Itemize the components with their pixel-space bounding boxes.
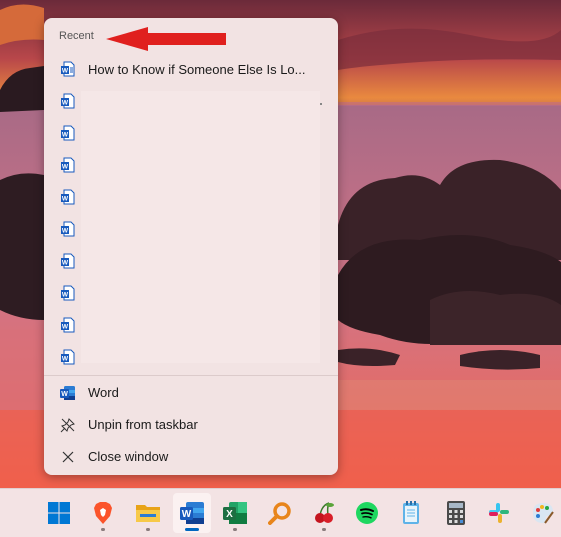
- brave-browser-icon: [94, 502, 112, 524]
- red-arrow-annotation-icon: [106, 27, 226, 51]
- windows-start-icon: [48, 502, 70, 524]
- paint-palette-icon: [533, 503, 554, 524]
- svg-text:W: W: [62, 356, 69, 363]
- magnifier-icon: [268, 502, 291, 525]
- svg-text:W: W: [62, 292, 69, 299]
- slack-icon: [489, 503, 509, 523]
- close-window-label: Close window: [88, 449, 169, 464]
- svg-text:W: W: [61, 391, 68, 398]
- word-doc-icon: W: [61, 189, 75, 205]
- running-indicator: [146, 528, 150, 531]
- close-window-task[interactable]: Close window: [44, 441, 338, 473]
- close-icon: [62, 451, 74, 463]
- start-button[interactable]: [40, 493, 78, 533]
- taskbar-cherry-app[interactable]: [305, 493, 343, 533]
- svg-text:W: W: [182, 509, 192, 520]
- running-indicator: [322, 528, 326, 531]
- word-doc-icon: W: [61, 221, 75, 237]
- cherry-icon: [315, 502, 334, 523]
- recent-item[interactable]: W How to Know if Someone Else Is Lo...: [44, 53, 338, 85]
- word-doc-icon: W: [61, 125, 75, 141]
- svg-text:X: X: [226, 509, 233, 520]
- taskbar-search-tool[interactable]: [261, 493, 299, 533]
- svg-text:W: W: [62, 324, 69, 331]
- active-indicator: [185, 528, 199, 531]
- word-doc-icon: W: [61, 93, 75, 109]
- taskbar-calculator[interactable]: [437, 493, 475, 533]
- unpin-from-taskbar-task[interactable]: Unpin from taskbar: [44, 409, 338, 441]
- taskbar-spotify[interactable]: [348, 493, 386, 533]
- spotify-icon: [356, 502, 378, 524]
- unpin-label: Unpin from taskbar: [88, 417, 198, 432]
- taskbar-file-explorer[interactable]: [129, 493, 167, 533]
- word-jump-list: Recent W How to Know if Someone Else Is …: [44, 18, 338, 475]
- unpin-icon: [60, 418, 75, 433]
- taskbar-paint[interactable]: [524, 493, 561, 533]
- svg-text:W: W: [62, 132, 69, 139]
- open-word-label: Word: [88, 385, 119, 400]
- calculator-icon: [447, 501, 465, 525]
- svg-text:W: W: [62, 164, 69, 171]
- taskbar-word[interactable]: W: [173, 493, 211, 533]
- word-doc-icon: W: [61, 157, 75, 173]
- taskbar-notepad[interactable]: [392, 493, 430, 533]
- taskbar: W X: [0, 488, 561, 537]
- taskbar-brave[interactable]: [84, 493, 122, 533]
- word-doc-icon: W: [61, 285, 75, 301]
- running-indicator: [101, 528, 105, 531]
- notepad-icon: [403, 501, 419, 524]
- open-word-task[interactable]: W Word: [44, 377, 338, 409]
- excel-app-icon: X: [223, 502, 247, 524]
- folder-icon: [136, 505, 160, 522]
- taskbar-slack[interactable]: [480, 493, 518, 533]
- taskbar-excel[interactable]: X: [216, 493, 254, 533]
- recent-item-label: How to Know if Someone Else Is Lo...: [88, 62, 306, 77]
- redacted-file-names: [81, 91, 320, 363]
- word-doc-icon: W: [61, 317, 75, 333]
- svg-text:W: W: [62, 100, 69, 107]
- stray-dot: [320, 103, 322, 105]
- word-doc-icon: W: [61, 61, 75, 77]
- svg-text:W: W: [62, 196, 69, 203]
- word-app-icon: W: [180, 502, 204, 524]
- divider: [44, 375, 338, 376]
- recent-section-header: Recent: [59, 30, 94, 42]
- svg-text:W: W: [62, 260, 69, 267]
- running-indicator: [233, 528, 237, 531]
- svg-text:W: W: [62, 228, 69, 235]
- word-app-icon: W: [60, 386, 75, 400]
- word-doc-icon: W: [61, 253, 75, 269]
- svg-text:W: W: [62, 68, 69, 75]
- word-doc-icon: W: [61, 349, 75, 365]
